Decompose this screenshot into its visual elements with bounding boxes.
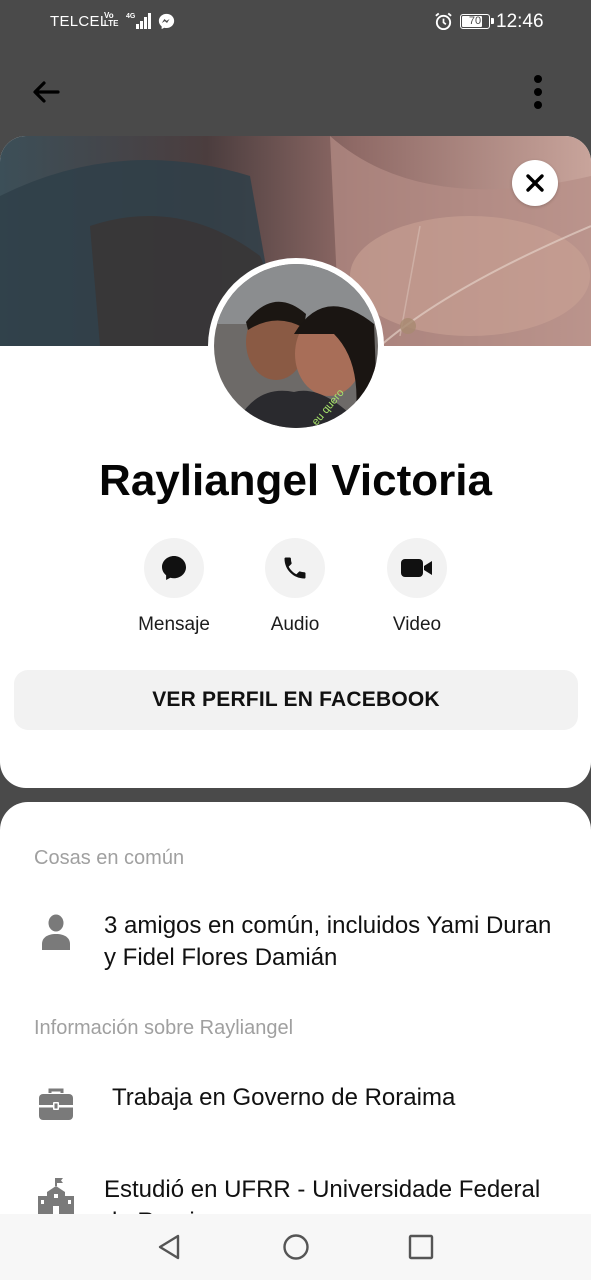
video-camera-icon <box>401 559 432 577</box>
video-action[interactable]: Video <box>357 538 477 636</box>
info-sheet: Cosas en común 3 amigos en común, inclui… <box>0 802 591 1280</box>
common-friends-text: 3 amigos en común, incluidos Yami Duran … <box>104 912 552 971</box>
more-vertical-icon <box>534 75 542 109</box>
message-action[interactable]: Mensaje <box>114 538 234 636</box>
carrier-label: TELCEL <box>50 13 109 30</box>
volte-bottom: LTE <box>104 19 119 28</box>
phone-icon <box>284 557 306 579</box>
school-glyph <box>38 1178 74 1216</box>
briefcase-glyph <box>39 1088 73 1120</box>
audio-action[interactable]: Audio <box>235 538 355 636</box>
about-section-header: Información sobre Rayliangel <box>34 1017 294 1039</box>
work-text: Trabaja en Governo de Roraima <box>112 1084 456 1111</box>
battery-level: 70 <box>468 15 482 27</box>
person-glyph <box>42 914 70 950</box>
avatar-image: eu quero <box>214 264 378 428</box>
nav-home-button[interactable] <box>280 1231 312 1263</box>
audio-call-button[interactable] <box>265 538 325 598</box>
avatar[interactable]: eu quero <box>208 258 384 434</box>
audio-label: Audio <box>270 614 320 635</box>
message-label: Mensaje <box>138 614 210 635</box>
network-gen-label: 4G <box>126 13 136 20</box>
battery-indicator: 70 <box>460 14 494 29</box>
back-button[interactable] <box>24 70 68 114</box>
circle-home-icon <box>283 1234 309 1260</box>
view-facebook-profile-button[interactable]: VER PERFIL EN FACEBOOK <box>14 670 578 730</box>
profile-card: eu quero Rayliangel Victoria Mensaje Aud… <box>0 136 591 788</box>
volte-indicator: Vo LTE <box>104 12 119 28</box>
square-recents-icon <box>408 1234 434 1260</box>
briefcase-icon <box>34 1082 78 1126</box>
person-icon <box>34 910 78 954</box>
common-friends-row[interactable]: 3 amigos en común, incluidos Yami Duran … <box>34 910 564 980</box>
signal-icon: 4G <box>126 13 151 29</box>
school-icon <box>34 1174 78 1218</box>
messenger-icon <box>158 13 175 30</box>
work-row[interactable]: Trabaja en Governo de Roraima <box>34 1082 564 1122</box>
arrow-left-icon <box>33 81 60 103</box>
close-icon <box>526 174 544 192</box>
chat-bubble-icon <box>162 556 186 580</box>
battery-tip <box>491 18 494 24</box>
more-options-button[interactable] <box>516 70 560 114</box>
screen: TELCEL Vo LTE 4G 70 12:46 eu quero Rayli… <box>0 0 591 1280</box>
message-button[interactable] <box>144 538 204 598</box>
triangle-back-icon <box>158 1234 180 1260</box>
nav-recents-button[interactable] <box>405 1231 437 1263</box>
common-section-header: Cosas en común <box>34 847 185 869</box>
close-button[interactable] <box>512 160 558 206</box>
nav-back-button[interactable] <box>153 1231 185 1263</box>
app-bar <box>0 44 591 136</box>
alarm-icon <box>435 12 452 31</box>
clock: 12:46 <box>496 11 544 32</box>
system-nav-bar <box>0 1214 591 1280</box>
video-label: Video <box>392 614 442 635</box>
profile-name: Rayliangel Victoria <box>99 456 492 505</box>
avatar-photo: eu quero <box>214 264 378 428</box>
video-call-button[interactable] <box>387 538 447 598</box>
status-bar: TELCEL Vo LTE 4G 70 12:46 <box>0 0 591 44</box>
